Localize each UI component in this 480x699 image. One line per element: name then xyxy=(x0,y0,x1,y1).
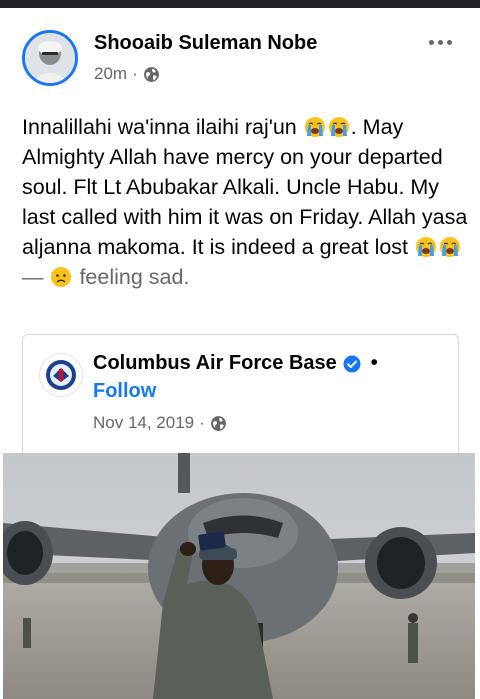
more-options-button[interactable] xyxy=(420,28,460,56)
air-force-emblem-icon xyxy=(41,355,81,395)
bullet-separator: • xyxy=(370,352,378,374)
author-avatar[interactable] xyxy=(22,30,78,86)
shared-post-meta: Nov 14, 2019 · xyxy=(93,413,227,433)
shared-post-photo[interactable] xyxy=(3,453,475,699)
post-meta: 20m · xyxy=(94,64,160,84)
shared-post-card[interactable]: Columbus Air Force Base • Follow Nov 14,… xyxy=(22,334,459,464)
post-header: Shooaib Suleman Nobe 20m · xyxy=(0,8,480,98)
globe-icon xyxy=(143,66,159,82)
more-dot xyxy=(446,39,452,45)
page-name-row: Columbus Air Force Base • xyxy=(93,352,378,375)
post-text: Innalillahi wa'inna ilaihi raj'un . May … xyxy=(22,112,468,292)
avatar-image xyxy=(25,33,75,83)
globe-icon xyxy=(210,415,226,431)
more-dots-icon xyxy=(428,39,434,45)
post-time[interactable]: 20m xyxy=(94,64,127,84)
feeling-text[interactable]: feeling sad. xyxy=(73,265,189,289)
loudly-crying-face-icon xyxy=(440,237,461,257)
follow-button[interactable]: Follow xyxy=(93,380,156,403)
more-dot xyxy=(437,39,443,45)
status-bar xyxy=(0,0,480,8)
feeling-dash: — xyxy=(22,265,50,289)
meta-separator: · xyxy=(132,64,138,83)
page-name[interactable]: Columbus Air Force Base xyxy=(93,352,337,375)
loudly-crying-face-icon xyxy=(416,237,437,257)
post-text-part1: Innalillahi wa'inna ilaihi raj'un xyxy=(22,115,297,139)
aircraft-selfie-photo xyxy=(3,453,475,699)
loudly-crying-face-icon xyxy=(328,117,349,137)
sad-face-icon xyxy=(51,267,72,287)
page-avatar[interactable] xyxy=(39,353,83,397)
author-name[interactable]: Shooaib Suleman Nobe xyxy=(94,32,317,55)
verified-badge-icon xyxy=(343,355,361,372)
meta-separator: · xyxy=(199,413,205,432)
loudly-crying-face-icon xyxy=(304,117,325,137)
shared-post-date[interactable]: Nov 14, 2019 xyxy=(93,413,194,433)
